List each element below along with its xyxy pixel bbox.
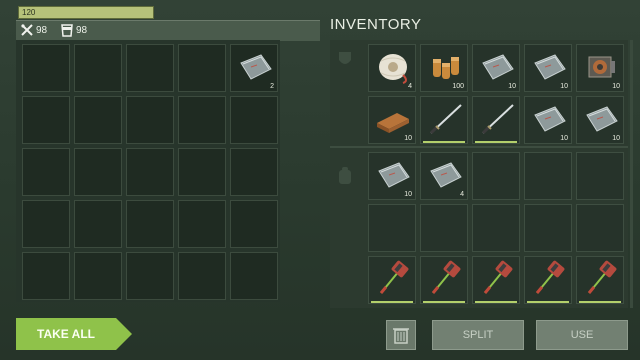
inventory-slot[interactable]: 10 bbox=[368, 96, 416, 144]
sledgehammer-icon bbox=[529, 259, 569, 304]
katana-icon bbox=[477, 99, 517, 144]
inventory-scrollbar[interactable] bbox=[630, 40, 633, 308]
inventory-slot[interactable] bbox=[524, 256, 572, 304]
inventory-slot[interactable]: 10 bbox=[524, 96, 572, 144]
inventory-slot[interactable]: 10 bbox=[576, 96, 624, 144]
slot-count: 4 bbox=[408, 83, 412, 90]
inventory-slot[interactable]: 4 bbox=[420, 152, 468, 200]
loot-slot[interactable] bbox=[230, 148, 278, 196]
durability-bar bbox=[527, 301, 569, 303]
loot-slot[interactable]: 2 bbox=[230, 44, 278, 92]
food-value: 98 bbox=[36, 25, 48, 36]
water-stat: 98 bbox=[60, 23, 87, 39]
inventory-slot[interactable] bbox=[472, 96, 520, 144]
loot-slot[interactable] bbox=[74, 96, 122, 144]
sledgehammer-icon bbox=[425, 259, 465, 304]
loot-slot[interactable] bbox=[178, 148, 226, 196]
durability-bar bbox=[475, 301, 517, 303]
loot-slot[interactable] bbox=[126, 96, 174, 144]
inventory-slot[interactable] bbox=[576, 152, 624, 200]
take-all-label: TAKE ALL bbox=[37, 327, 95, 341]
health-value: 120 bbox=[22, 8, 36, 17]
health-bar: 120 bbox=[18, 6, 154, 19]
loot-slot[interactable] bbox=[230, 96, 278, 144]
inventory-slot[interactable] bbox=[368, 204, 416, 252]
stats-row: 98 98 bbox=[16, 20, 320, 41]
slot-count: 100 bbox=[452, 83, 464, 90]
inventory-slot[interactable]: 10 bbox=[576, 44, 624, 92]
loot-slot[interactable] bbox=[178, 252, 226, 300]
slot-count: 2 bbox=[270, 83, 274, 90]
trash-button[interactable] bbox=[386, 320, 416, 350]
slot-count: 10 bbox=[404, 191, 412, 198]
slot-count: 10 bbox=[612, 83, 620, 90]
loot-slot[interactable] bbox=[22, 200, 70, 248]
katana-icon bbox=[425, 99, 465, 144]
durability-bar bbox=[423, 141, 465, 143]
split-button[interactable]: SPLIT bbox=[432, 320, 524, 350]
loot-slot[interactable] bbox=[22, 148, 70, 196]
sledgehammer-icon bbox=[477, 259, 517, 304]
inventory-slot[interactable] bbox=[472, 152, 520, 200]
rope-spool-icon bbox=[373, 47, 413, 92]
inventory-slot[interactable]: 4 bbox=[368, 44, 416, 92]
slot-count: 10 bbox=[508, 83, 516, 90]
metal-plate-icon bbox=[235, 47, 275, 92]
food-icon bbox=[20, 23, 34, 37]
sledgehammer-icon bbox=[373, 259, 413, 304]
metal-plate-icon bbox=[425, 155, 465, 200]
water-icon bbox=[60, 23, 74, 38]
inventory-slot[interactable]: 100 bbox=[420, 44, 468, 92]
loot-slot[interactable] bbox=[22, 252, 70, 300]
backpack-slot-icon bbox=[334, 166, 362, 186]
inventory-slot[interactable] bbox=[420, 204, 468, 252]
durability-bar bbox=[579, 301, 621, 303]
food-stat: 98 bbox=[20, 23, 47, 39]
inventory-slot[interactable]: 10 bbox=[368, 152, 416, 200]
loot-slot[interactable] bbox=[126, 252, 174, 300]
loot-slot[interactable] bbox=[230, 252, 278, 300]
inventory-separator bbox=[330, 146, 628, 148]
inventory-slot[interactable]: 10 bbox=[472, 44, 520, 92]
inventory-title: INVENTORY bbox=[330, 16, 422, 33]
loot-slot[interactable] bbox=[22, 96, 70, 144]
loot-slot[interactable] bbox=[126, 44, 174, 92]
use-button[interactable]: USE bbox=[536, 320, 628, 350]
loot-slot[interactable] bbox=[74, 148, 122, 196]
loot-slot[interactable] bbox=[178, 200, 226, 248]
loot-slot[interactable] bbox=[74, 200, 122, 248]
inventory-slot[interactable] bbox=[472, 256, 520, 304]
loot-slot[interactable] bbox=[74, 252, 122, 300]
slot-count: 10 bbox=[404, 135, 412, 142]
shield-slot-icon bbox=[334, 50, 362, 70]
water-value: 98 bbox=[76, 25, 88, 36]
inventory-slot[interactable] bbox=[524, 152, 572, 200]
loot-slot[interactable] bbox=[126, 148, 174, 196]
slot-count: 10 bbox=[560, 83, 568, 90]
inventory-slot[interactable] bbox=[576, 204, 624, 252]
loot-slot[interactable] bbox=[178, 44, 226, 92]
inventory-slot[interactable]: 10 bbox=[524, 44, 572, 92]
take-all-button[interactable]: TAKE ALL bbox=[16, 318, 132, 350]
inventory-slot[interactable] bbox=[368, 256, 416, 304]
inventory-slot[interactable] bbox=[420, 256, 468, 304]
loot-slot[interactable] bbox=[22, 44, 70, 92]
inventory-slot[interactable] bbox=[524, 204, 572, 252]
loot-slot[interactable] bbox=[126, 200, 174, 248]
durability-bar bbox=[423, 301, 465, 303]
inventory-slot[interactable] bbox=[420, 96, 468, 144]
inventory-slot[interactable] bbox=[576, 256, 624, 304]
slot-count: 4 bbox=[460, 191, 464, 198]
loot-slot[interactable] bbox=[178, 96, 226, 144]
loot-slot[interactable] bbox=[74, 44, 122, 92]
slot-count: 10 bbox=[612, 135, 620, 142]
durability-bar bbox=[371, 301, 413, 303]
sledgehammer-icon bbox=[581, 259, 621, 304]
durability-bar bbox=[475, 141, 517, 143]
loot-slot[interactable] bbox=[230, 200, 278, 248]
inventory-slot[interactable] bbox=[472, 204, 520, 252]
trash-icon bbox=[393, 328, 409, 344]
slot-count: 10 bbox=[560, 135, 568, 142]
